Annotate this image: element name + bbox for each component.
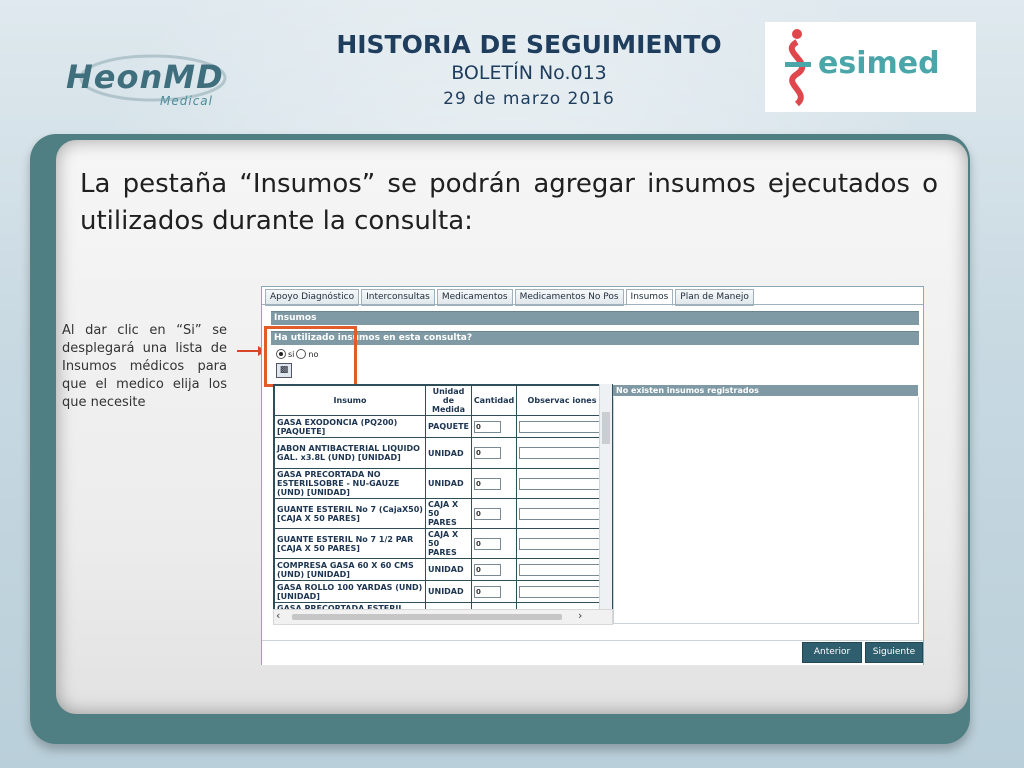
horizontal-scroll-thumb[interactable] xyxy=(292,614,562,620)
col-observaciones: Observac iones xyxy=(516,385,609,416)
table-row: COMPRESA GASA 60 X 60 CMS (UND) [UNIDAD]… xyxy=(274,558,609,581)
section-header: Insumos xyxy=(271,311,919,325)
cantidad-input[interactable]: 0 xyxy=(474,447,502,459)
cantidad-cell: 0 xyxy=(471,558,518,581)
scroll-left-icon[interactable]: ‹ xyxy=(276,609,280,622)
selected-insumos-panel xyxy=(613,397,919,624)
observaciones-cell xyxy=(516,415,609,438)
observaciones-cell xyxy=(516,558,609,581)
cantidad-cell: 0 xyxy=(471,437,518,469)
question-header: Ha utilizado insumos en esta consulta? xyxy=(271,331,919,345)
cantidad-input[interactable]: 0 xyxy=(474,420,502,433)
previous-button[interactable]: Anterior xyxy=(802,642,862,663)
main-description: La pestaña “Insumos” se podrán agregar i… xyxy=(80,169,938,236)
heonmd-logo-subtext: Medical xyxy=(160,94,213,108)
insumo-name: GUANTE ESTERIL No 7 1/2 PAR [CAJA X 50 P… xyxy=(274,528,426,559)
insumo-name: COMPRESA GASA 60 X 60 CMS (UND) [UNIDAD] xyxy=(274,558,426,581)
esimed-logo-text: esimed xyxy=(818,46,940,81)
tab-divider xyxy=(262,304,923,305)
table-row: GASA EXODONCIA (PQ200) [PAQUETE] PAQUETE 0 xyxy=(274,415,609,438)
cantidad-input[interactable]: 0 xyxy=(474,507,502,520)
col-cantidad: Cantidad xyxy=(471,385,518,416)
unidad-medida: UNIDAD xyxy=(424,437,473,469)
table-row: GASA PRECORTADA NO ESTERILSOBRE - NU-GAU… xyxy=(274,468,609,499)
table-row: GASA ROLLO 100 YARDAS (UND) [UNIDAD] UNID… xyxy=(274,580,609,603)
col-unidad: Unidad de Medida xyxy=(424,385,473,416)
horizontal-scrollbar[interactable]: ‹ › xyxy=(273,609,613,625)
insumo-name: GUANTE ESTERIL No 7 (CajaX50) [CAJA X 50… xyxy=(274,498,426,529)
table-row: GUANTE ESTERIL No 7 1/2 PAR [CAJA X 50 P… xyxy=(274,528,609,559)
scroll-right-icon[interactable]: › xyxy=(578,609,582,622)
observaciones-cell xyxy=(516,528,609,559)
cantidad-input[interactable]: 0 xyxy=(474,563,502,576)
cantidad-input[interactable]: 0 xyxy=(474,477,502,490)
insumo-name: GASA EXODONCIA (PQ200) [PAQUETE] xyxy=(274,415,426,438)
observaciones-cell xyxy=(516,580,609,603)
insumo-name: JABON ANTIBACTERIAL LIQUIDO GAL. x3.8L (… xyxy=(274,437,426,469)
bulletin-number: BOLETÍN No.013 xyxy=(451,62,607,84)
cantidad-cell: 0 xyxy=(471,580,518,603)
cantidad-cell: 0 xyxy=(471,415,518,438)
unidad-medida: UNIDAD xyxy=(424,580,473,603)
unidad-medida: PAQUETE xyxy=(424,415,473,438)
scroll-thumb[interactable] xyxy=(602,412,610,444)
insumos-table: Insumo Unidad de Medida Cantidad Observa… xyxy=(273,384,613,611)
observaciones-input[interactable] xyxy=(519,477,604,490)
next-button[interactable]: Siguiente xyxy=(865,642,923,663)
observaciones-input[interactable] xyxy=(519,585,604,598)
bulletin-date: 29 de marzo 2016 xyxy=(443,89,615,109)
observaciones-input[interactable] xyxy=(519,447,604,459)
cantidad-input[interactable]: 0 xyxy=(474,585,502,598)
insumo-name: GASA ROLLO 100 YARDAS (UND) [UNIDAD] xyxy=(274,580,426,603)
unidad-medida: UNIDAD xyxy=(424,468,473,499)
table-body: GASA EXODONCIA (PQ200) [PAQUETE] PAQUETE 0… xyxy=(274,415,609,610)
observaciones-input[interactable] xyxy=(519,507,604,520)
cantidad-cell: 0 xyxy=(471,468,518,499)
table-row: GUANTE ESTERIL No 7 (CajaX50) [CAJA X 50… xyxy=(274,498,609,529)
unidad-medida: UNIDAD xyxy=(424,558,473,581)
tab-bar: Apoyo Diagnóstico Interconsultas Medicam… xyxy=(265,289,756,306)
table-row: JABON ANTIBACTERIAL LIQUIDO GAL. x3.8L (… xyxy=(274,437,609,469)
highlight-box xyxy=(264,326,357,387)
unidad-medida: CAJA X 50 PARES xyxy=(424,528,473,559)
page-title: HISTORIA DE SEGUIMIENTO xyxy=(336,30,722,59)
heonmd-logo-text: HeonMD xyxy=(66,58,224,96)
observaciones-cell xyxy=(516,437,609,469)
col-insumo: Insumo xyxy=(274,385,426,416)
cantidad-input[interactable]: 0 xyxy=(474,537,502,550)
observaciones-input[interactable] xyxy=(519,537,604,550)
observaciones-cell xyxy=(516,498,609,529)
insumo-name: GASA PRECORTADA NO ESTERILSOBRE - NU-GAU… xyxy=(274,468,426,499)
cantidad-cell: 0 xyxy=(471,528,518,559)
observaciones-input[interactable] xyxy=(519,420,604,433)
observaciones-input[interactable] xyxy=(519,563,604,576)
cantidad-cell: 0 xyxy=(471,498,518,529)
vertical-scrollbar[interactable] xyxy=(599,384,612,609)
side-note: Al dar clic en “Si” se desplegará una li… xyxy=(62,323,227,410)
empty-list-header: No existen insumos registrados xyxy=(613,385,918,396)
unidad-medida: CAJA X 50 PARES xyxy=(424,498,473,529)
app-screenshot: Apoyo Diagnóstico Interconsultas Medicam… xyxy=(261,286,924,665)
observaciones-cell xyxy=(516,468,609,499)
